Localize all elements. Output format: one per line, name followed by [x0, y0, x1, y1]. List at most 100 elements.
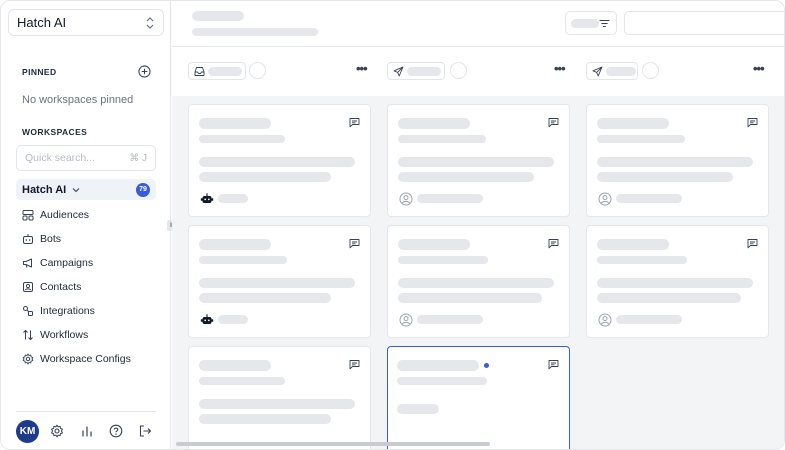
nav-item-campaigns[interactable]: Campaigns	[22, 255, 93, 271]
chat-icon[interactable]	[349, 238, 360, 249]
card-line-skeleton	[597, 293, 741, 303]
kanban-board	[172, 96, 784, 449]
card-title-skeleton	[199, 360, 271, 371]
chat-icon[interactable]	[349, 117, 360, 128]
nav-item-workflows[interactable]: Workflows	[22, 327, 88, 343]
no-pinned-message: No workspaces pinned	[22, 94, 134, 106]
sidebar-footer-divider	[16, 411, 156, 412]
workspaces-section-title: WORKSPACES	[22, 127, 88, 137]
board-card[interactable]	[586, 225, 769, 338]
user-circle-icon	[598, 313, 612, 327]
workspace-count-badge: 79	[136, 182, 150, 197]
top-bar	[172, 1, 784, 47]
logout-icon[interactable]	[138, 424, 152, 438]
nav-item-label: Audiences	[40, 209, 90, 221]
gear-icon	[22, 353, 34, 365]
card-line-skeleton	[199, 399, 355, 409]
title-skeleton	[192, 11, 244, 21]
sidebar: Hatch AI PINNED No workspaces pinned WOR…	[1, 1, 171, 449]
send-icon	[592, 66, 603, 77]
card-title-skeleton	[398, 239, 470, 250]
nav-item-contacts[interactable]: Contacts	[22, 279, 81, 295]
chat-icon[interactable]	[548, 117, 559, 128]
analytics-icon[interactable]	[80, 424, 94, 438]
card-line-skeleton	[597, 172, 733, 182]
card-line-skeleton	[398, 278, 554, 288]
board-card[interactable]	[188, 225, 371, 338]
filter-label-skeleton	[571, 19, 599, 28]
nav-item-label: Bots	[40, 233, 62, 245]
card-line-skeleton	[199, 157, 355, 167]
column-menu-icon[interactable]: •••	[554, 62, 566, 76]
board-card[interactable]	[387, 104, 570, 217]
horizontal-scrollbar[interactable]	[176, 442, 490, 446]
card-meta-skeleton	[616, 194, 682, 203]
user-circle-icon	[399, 313, 413, 327]
app-window: Hatch AI PINNED No workspaces pinned WOR…	[0, 0, 785, 450]
nav-item-label: Workspace Configs	[40, 353, 131, 365]
nav-item-label: Integrations	[40, 305, 95, 317]
workspace-selector-label: Hatch AI	[17, 15, 67, 30]
nav-item-workspace-configs[interactable]: Workspace Configs	[22, 351, 131, 367]
card-title-skeleton	[199, 118, 271, 129]
column-tag-skeleton	[407, 67, 441, 76]
chat-icon[interactable]	[747, 238, 758, 249]
card-title-skeleton	[597, 118, 669, 129]
add-circle-icon[interactable]	[138, 65, 151, 78]
board-search-input[interactable]	[624, 11, 784, 35]
chat-icon[interactable]	[548, 359, 559, 370]
chevron-down-icon	[72, 187, 80, 192]
filter-button[interactable]	[565, 11, 617, 35]
workflows-icon	[23, 329, 33, 341]
inbox-icon	[194, 67, 205, 76]
card-line-skeleton	[398, 293, 542, 303]
board-card[interactable]	[586, 104, 769, 217]
card-line-skeleton	[199, 172, 331, 182]
card-subtitle-skeleton	[597, 135, 685, 143]
user-avatar[interactable]: KM	[16, 420, 39, 443]
column-tag[interactable]	[188, 62, 246, 80]
chat-icon[interactable]	[349, 359, 360, 370]
quick-search-input[interactable]: Quick search... ⌘ J	[16, 145, 156, 171]
card-title-skeleton	[398, 118, 470, 129]
card-line-skeleton	[199, 414, 331, 424]
card-line-skeleton	[199, 278, 355, 288]
card-title-skeleton	[597, 239, 669, 250]
column-menu-icon[interactable]: •••	[753, 62, 765, 76]
help-icon[interactable]	[109, 424, 123, 438]
board-card[interactable]	[387, 225, 570, 338]
settings-icon[interactable]	[50, 424, 64, 438]
card-meta-skeleton	[417, 315, 483, 324]
column-count-circle	[642, 62, 659, 79]
board-card-selected[interactable]	[387, 346, 570, 449]
workspace-selector[interactable]: Hatch AI	[8, 9, 164, 36]
current-workspace-item[interactable]: Hatch AI 79	[16, 179, 156, 200]
column-menu-icon[interactable]: •••	[356, 62, 368, 76]
audiences-icon	[22, 210, 34, 221]
nav-item-integrations[interactable]: Integrations	[22, 303, 95, 319]
nav-item-bots[interactable]: Bots	[22, 231, 61, 247]
board-card[interactable]	[188, 104, 371, 217]
nav-item-label: Campaigns	[40, 257, 94, 269]
card-line-skeleton	[398, 157, 554, 167]
user-circle-icon	[598, 192, 612, 206]
column-count-circle	[450, 62, 467, 79]
card-meta-skeleton	[218, 315, 248, 324]
bot-icon	[200, 314, 214, 324]
column-header: •••	[188, 62, 370, 80]
chat-icon[interactable]	[747, 117, 758, 128]
column-tag-skeleton	[606, 67, 636, 76]
card-meta-skeleton	[218, 194, 248, 203]
chat-icon[interactable]	[548, 238, 559, 249]
contacts-icon	[23, 282, 33, 292]
filter-icon	[599, 19, 610, 28]
column-tag[interactable]	[387, 62, 445, 80]
nav-item-audiences[interactable]: Audiences	[22, 207, 89, 223]
card-line-skeleton	[398, 172, 534, 182]
column-tag-skeleton	[208, 67, 242, 76]
card-title-skeleton	[397, 360, 479, 371]
subtitle-skeleton	[192, 28, 318, 36]
column-tag[interactable]	[586, 62, 638, 80]
bot-icon	[23, 234, 33, 244]
board-card[interactable]	[188, 346, 371, 449]
